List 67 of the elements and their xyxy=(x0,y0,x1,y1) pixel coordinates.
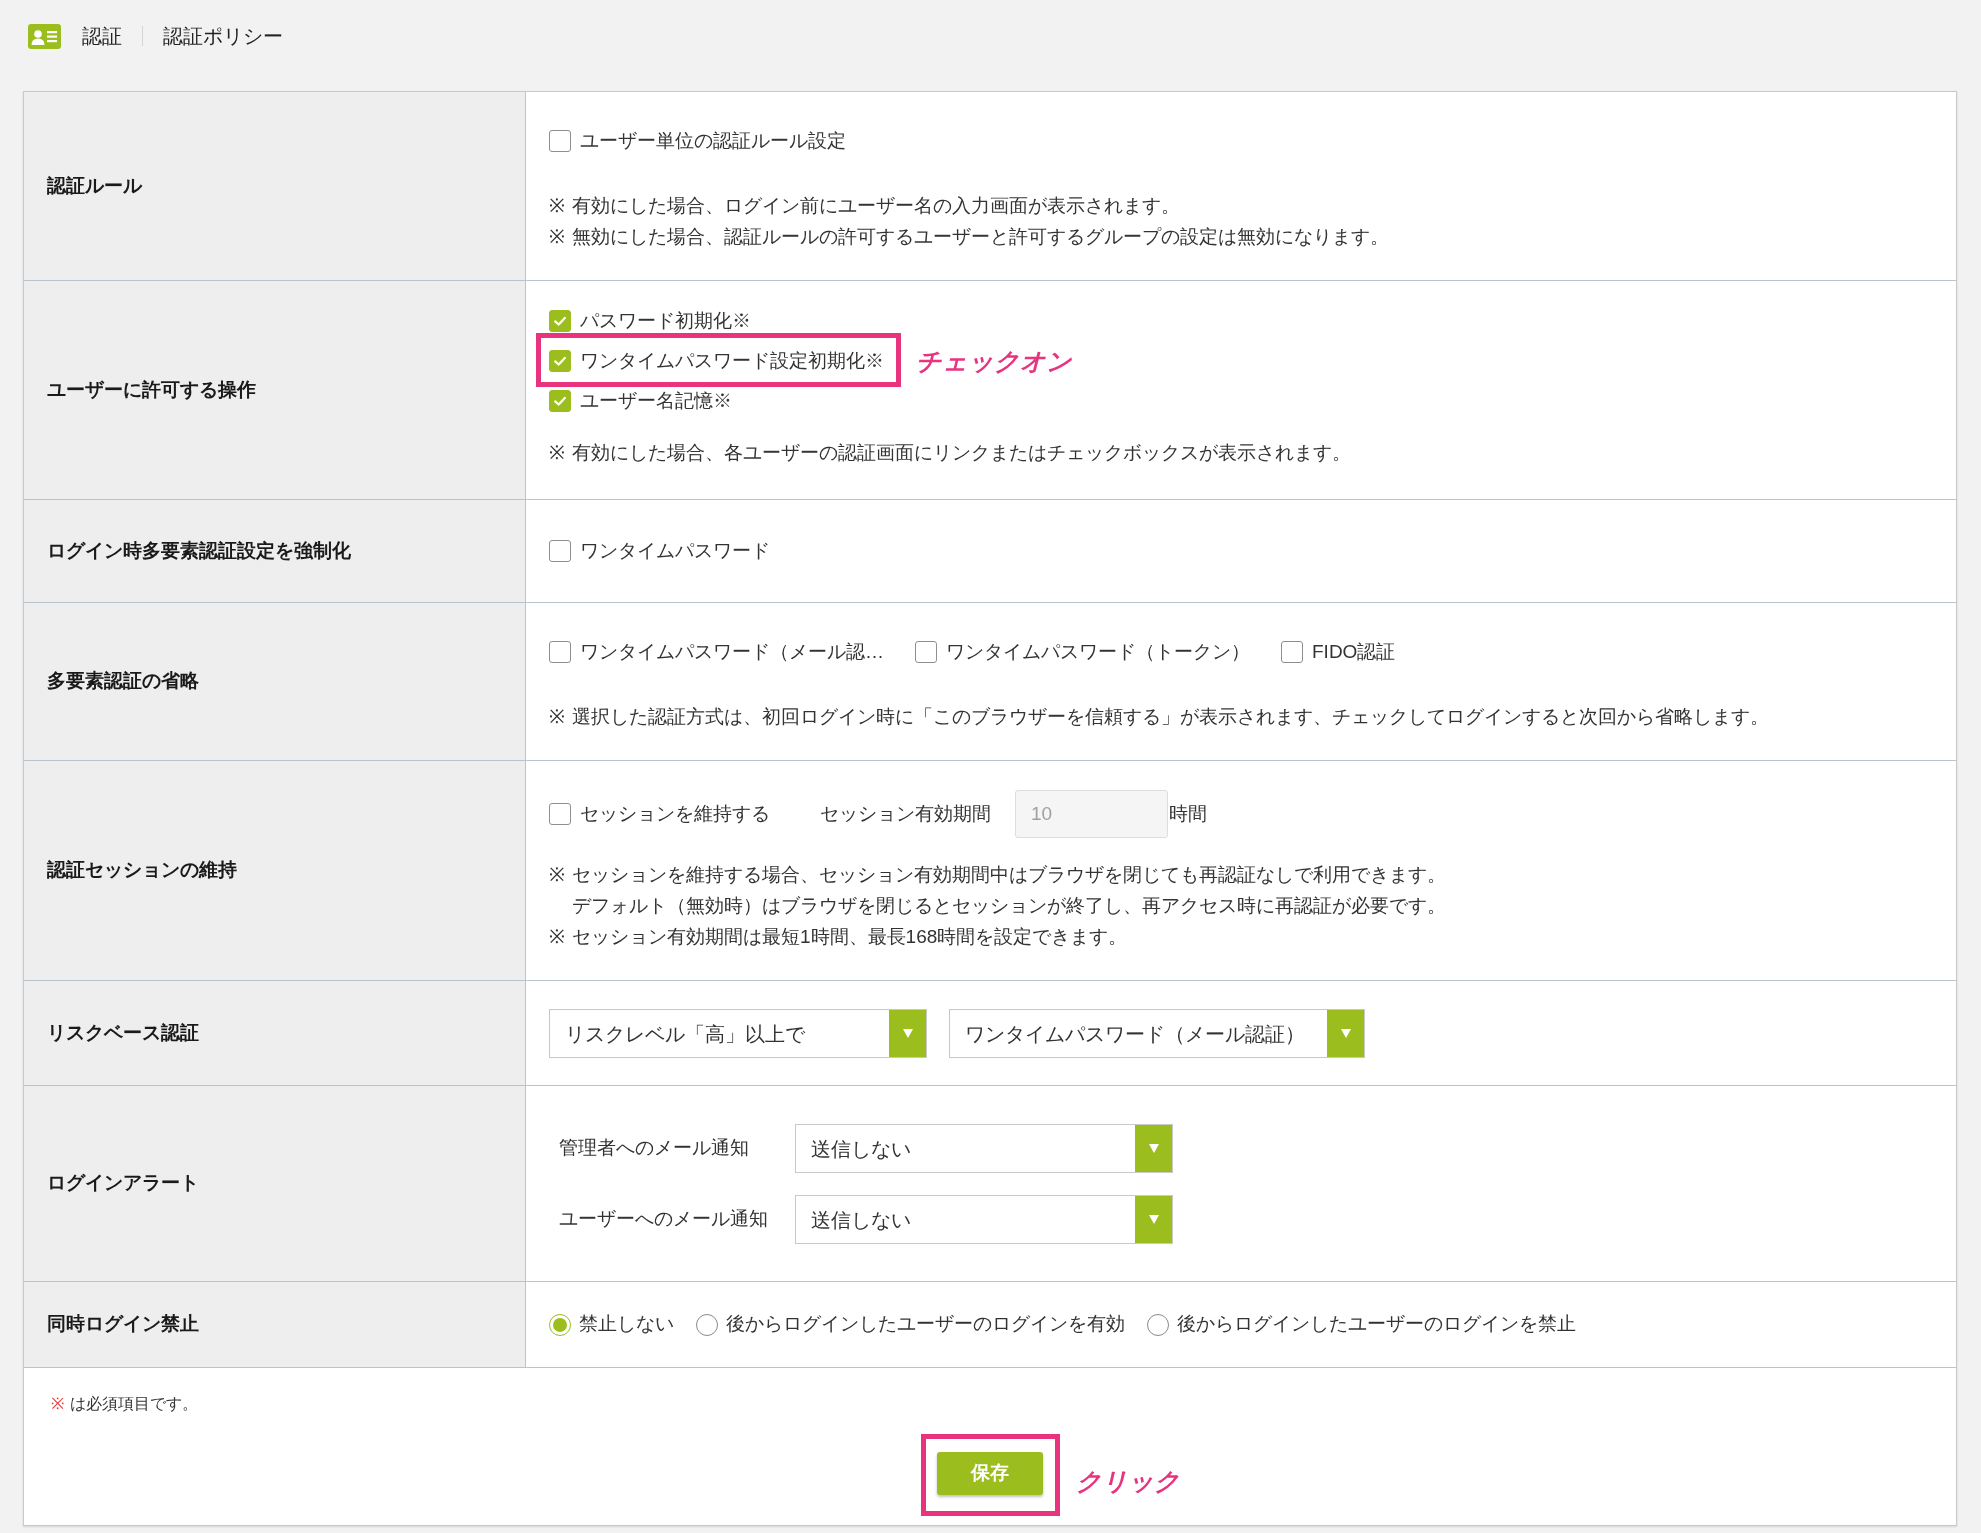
row-label: 認証ルール xyxy=(47,173,142,198)
note-mark: ※ xyxy=(549,225,565,249)
checkbox[interactable] xyxy=(549,803,571,825)
checkbox-label: ワンタイムパスワード（メール認… xyxy=(580,640,884,664)
checkbox[interactable] xyxy=(549,310,571,332)
row-label: ログインアラート xyxy=(47,1171,199,1196)
checkbox-label: ワンタイムパスワード xyxy=(580,539,770,563)
checkbox[interactable] xyxy=(915,641,937,663)
row-label: ログイン時多要素認証設定を強制化 xyxy=(47,538,351,563)
dropdown[interactable]: リスクレベル「高」以上で xyxy=(549,1009,927,1058)
breadcrumb-link[interactable]: 認証 xyxy=(82,21,122,51)
row-label: 同時ログイン禁止 xyxy=(47,1312,199,1337)
note-mark: ※ xyxy=(549,863,565,887)
note-text: 無効にした場合、認証ルールの許可するユーザーと許可するグループの設定は無効になります。 xyxy=(572,225,1389,249)
caret-down-icon xyxy=(1135,1125,1172,1172)
radio-label: 後からログインしたユーザーのログインを有効 xyxy=(726,1312,1125,1337)
note-text: 有効にした場合、各ユーザーの認証画面にリンクまたはチェックボックスが表示されます。 xyxy=(572,441,1351,465)
radio-button[interactable] xyxy=(696,1313,718,1336)
checkbox-label: ユーザー名記憶※ xyxy=(580,389,732,413)
check-icon xyxy=(553,314,567,328)
note-text: デフォルト（無効時）はブラウザを閉じるとセッションが終了し、再アクセス時に再認証が必要です。 xyxy=(572,894,1446,918)
check-icon xyxy=(553,394,567,408)
caret-down-icon xyxy=(889,1010,926,1057)
dropdown[interactable]: 送信しない xyxy=(795,1124,1173,1173)
caret-down-icon xyxy=(1135,1196,1172,1243)
dropdown[interactable]: ワンタイムパスワード（メール認証） xyxy=(949,1009,1365,1058)
note-text: セッション有効期間は最短1時間、最長168時間を設定できます。 xyxy=(572,925,1128,949)
note-mark: ※ xyxy=(549,705,565,729)
note-text: 選択した認証方式は、初回ログイン時に「このブラウザーを信頼する」が表示されます、チェックしてログインすると次回から省略します。 xyxy=(572,705,1769,729)
checkbox[interactable] xyxy=(549,390,571,412)
unit-label: 時間 xyxy=(1169,801,1207,826)
caret-down-icon xyxy=(1327,1010,1364,1057)
checkbox[interactable] xyxy=(549,641,571,663)
checkbox-label: ワンタイムパスワード設定初期化※ xyxy=(580,349,884,373)
field-label: 管理者へのメール通知 xyxy=(559,1136,750,1161)
callout-text: クリック xyxy=(1076,1466,1180,1496)
note-text: 有効にした場合、ログイン前にユーザー名の入力画面が表示されます。 xyxy=(572,194,1180,218)
checkbox[interactable] xyxy=(1281,641,1303,663)
dropdown[interactable]: 送信しない xyxy=(795,1195,1173,1244)
note-text: セッションを維持する場合、セッション有効期間中はブラウザを閉じても再認証なしで利用できます。 xyxy=(572,863,1446,887)
field-label: ユーザーへのメール通知 xyxy=(559,1207,769,1232)
page-title: 認証ポリシー xyxy=(163,24,283,49)
row-label: ユーザーに許可する操作 xyxy=(47,377,256,402)
checkbox-label: ワンタイムパスワード（トークン） xyxy=(946,640,1250,664)
id-card-icon xyxy=(28,23,61,49)
row-label: リスクベース認証 xyxy=(47,1020,199,1045)
callout-text: チェックオン xyxy=(916,346,1072,376)
checkbox-label: セッションを維持する xyxy=(580,802,770,826)
checkbox[interactable] xyxy=(549,130,571,152)
checkbox[interactable] xyxy=(549,350,571,372)
checkbox-label: FIDO認証 xyxy=(1312,640,1396,664)
note-mark: ※ xyxy=(549,194,565,218)
row-label: 多要素認証の省略 xyxy=(47,669,199,694)
checkbox-label: ユーザー単位の認証ルール設定 xyxy=(580,129,846,153)
required-mark: ※ xyxy=(51,1394,64,1414)
radio-button[interactable] xyxy=(1147,1313,1169,1336)
note-mark: ※ xyxy=(549,441,565,465)
checkbox-label: パスワード初期化※ xyxy=(580,309,751,333)
required-note: は必須項目です。 xyxy=(70,1394,198,1414)
field-label: セッション有効期間 xyxy=(820,801,991,826)
radio-button[interactable] xyxy=(549,1313,571,1336)
note-mark: ※ xyxy=(549,925,565,949)
check-icon xyxy=(553,354,567,368)
row-label: 認証セッションの維持 xyxy=(47,858,237,883)
radio-label: 禁止しない xyxy=(579,1312,674,1337)
checkbox[interactable] xyxy=(549,540,571,562)
radio-label: 後からログインしたユーザーのログインを禁止 xyxy=(1177,1312,1576,1337)
